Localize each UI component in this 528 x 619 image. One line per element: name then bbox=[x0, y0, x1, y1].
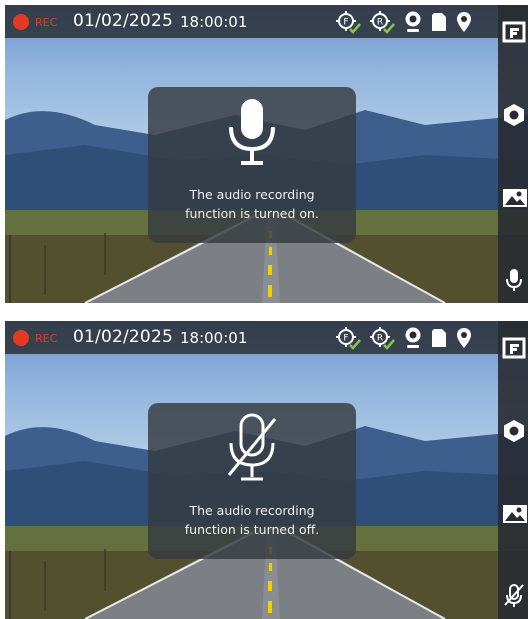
front-badge: F bbox=[343, 17, 348, 27]
front-camera-toggle-icon[interactable] bbox=[501, 333, 527, 359]
rear-badge: R bbox=[377, 17, 383, 27]
sd-card-icon bbox=[432, 328, 446, 347]
rear-camera-icon: R bbox=[370, 10, 395, 34]
audio-recording-toast: The audio recording function is turned o… bbox=[148, 87, 356, 243]
toast-message-line1: The audio recording bbox=[189, 503, 315, 518]
rec-label: REC bbox=[35, 332, 58, 345]
webcam-icon bbox=[405, 327, 421, 348]
microphone-on-icon bbox=[229, 99, 275, 165]
gps-location-icon bbox=[457, 327, 471, 348]
toast-message-line2: function is turned off. bbox=[184, 522, 320, 537]
webcam-icon bbox=[405, 11, 421, 32]
side-rail bbox=[498, 5, 528, 303]
status-bar: REC 01/02/2025 18:00:01 F R bbox=[5, 321, 528, 354]
dashcam-screen-mic-on: REC 01/02/2025 18:00:01 F R The audio re… bbox=[5, 5, 528, 303]
front-camera-toggle-icon[interactable] bbox=[501, 17, 527, 43]
toast-message: The audio recording function is turned o… bbox=[148, 501, 356, 539]
rec-label: REC bbox=[35, 16, 58, 29]
gallery-icon[interactable] bbox=[501, 185, 527, 211]
rear-badge: R bbox=[377, 333, 383, 343]
side-rail bbox=[498, 321, 528, 619]
microphone-icon[interactable] bbox=[501, 267, 527, 293]
dashcam-screen-mic-off: REC 01/02/2025 18:00:01 F R The audio re… bbox=[5, 321, 528, 619]
gallery-icon[interactable] bbox=[501, 501, 527, 527]
rec-dot-icon bbox=[13, 14, 29, 30]
status-icons: F R bbox=[335, 325, 473, 350]
microphone-off-icon bbox=[227, 413, 277, 481]
toast-message-line1: The audio recording bbox=[189, 187, 315, 202]
front-camera-icon: F bbox=[336, 10, 361, 34]
front-badge: F bbox=[343, 333, 348, 343]
toast-message-line2: function is turned on. bbox=[185, 206, 319, 221]
sd-card-icon bbox=[432, 12, 446, 31]
status-icons: F R bbox=[335, 9, 473, 34]
date-label: 01/02/2025 bbox=[73, 327, 173, 347]
status-bar: REC 01/02/2025 18:00:01 F R bbox=[5, 5, 528, 38]
microphone-muted-icon[interactable] bbox=[501, 583, 527, 609]
settings-gear-icon[interactable] bbox=[501, 418, 527, 444]
rear-camera-icon: R bbox=[370, 326, 395, 350]
gps-location-icon bbox=[457, 11, 471, 32]
rec-dot-icon bbox=[13, 330, 29, 346]
settings-gear-icon[interactable] bbox=[501, 102, 527, 128]
toast-message: The audio recording function is turned o… bbox=[148, 185, 356, 223]
time-label: 18:00:01 bbox=[180, 329, 248, 347]
audio-recording-toast: The audio recording function is turned o… bbox=[148, 403, 356, 559]
time-label: 18:00:01 bbox=[180, 13, 248, 31]
date-label: 01/02/2025 bbox=[73, 11, 173, 31]
front-camera-icon: F bbox=[336, 326, 361, 350]
